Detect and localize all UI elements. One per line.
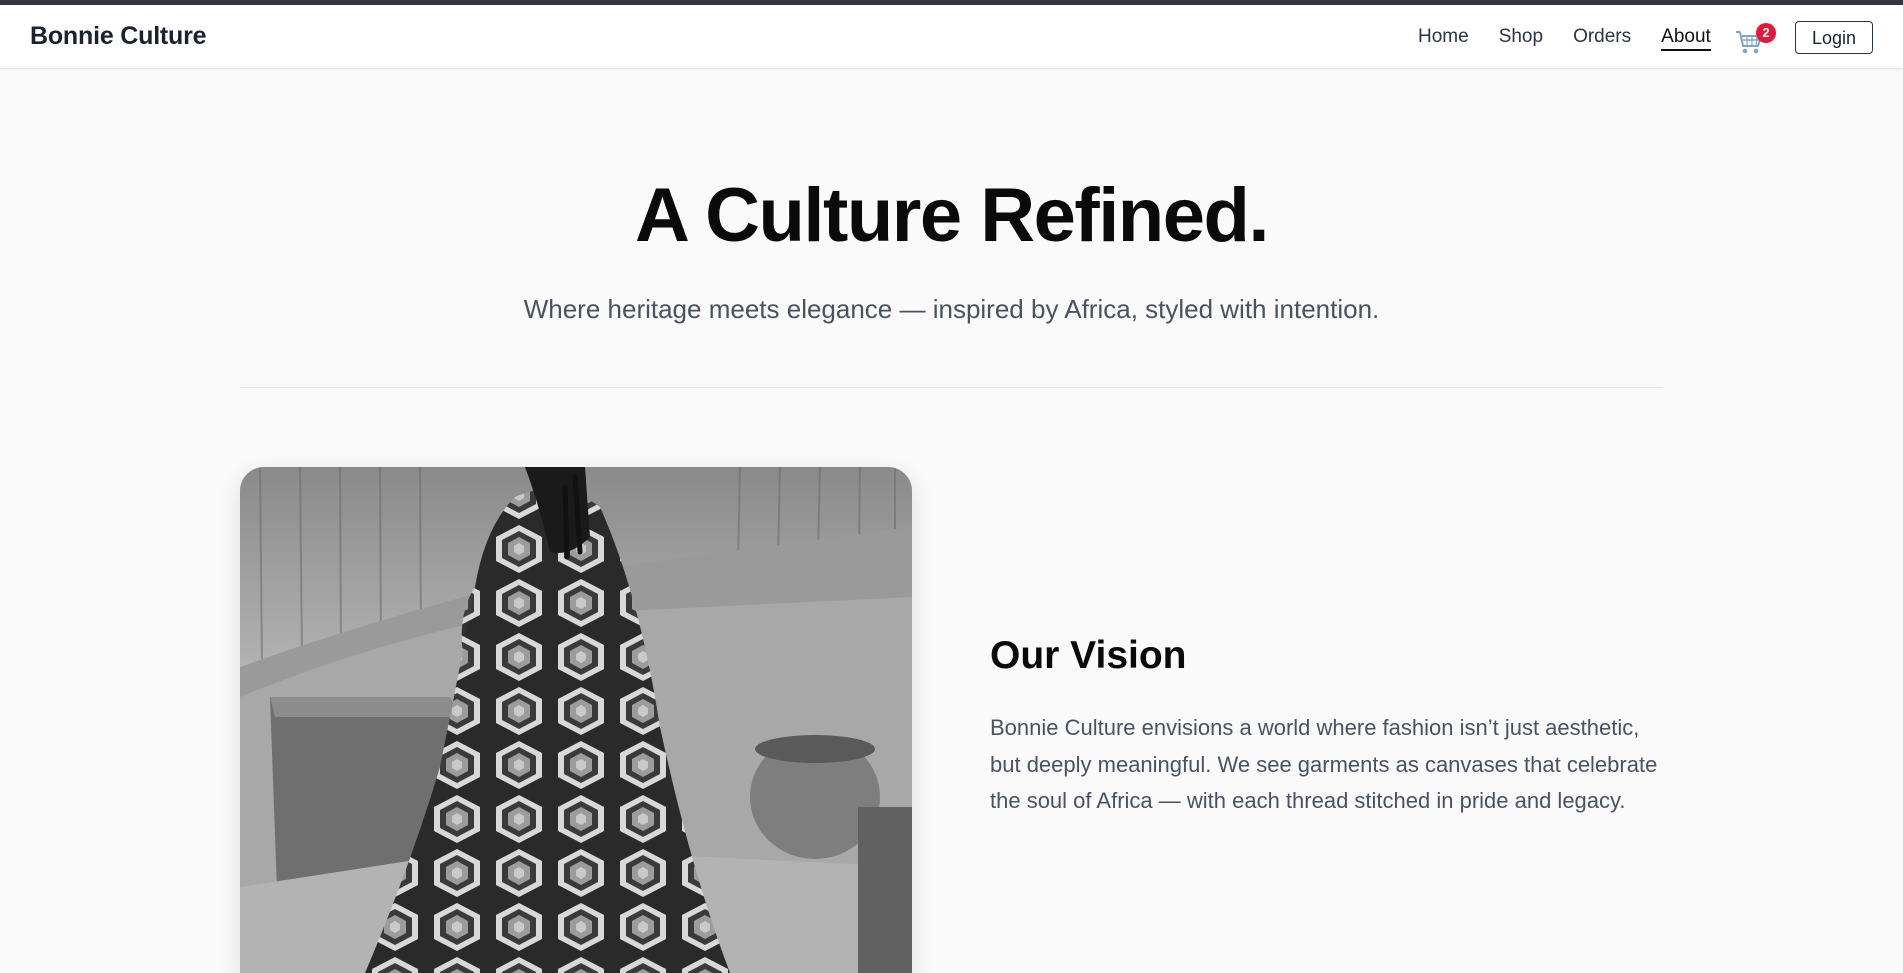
cart-count-badge: 2: [1756, 23, 1776, 43]
hero-title: A Culture Refined.: [634, 173, 1270, 258]
login-button[interactable]: Login: [1795, 21, 1873, 54]
nav-link-orders[interactable]: Orders: [1573, 26, 1631, 51]
brand-logo[interactable]: Bonnie Culture: [30, 22, 207, 51]
vision-photo: [240, 467, 912, 973]
vision-description: Bonnie Culture envisions a world where f…: [990, 715, 1658, 813]
hero-subtitle: Where heritage meets elegance — inspired…: [523, 294, 1380, 324]
nav-link-shop[interactable]: Shop: [1499, 26, 1543, 51]
woman-in-african-print-dress-photo: [240, 467, 912, 973]
navbar: Bonnie Culture Home Shop Orders About 2 …: [0, 5, 1903, 69]
nav-link-about[interactable]: About: [1661, 26, 1711, 51]
cart-button[interactable]: 2: [1735, 23, 1776, 57]
nav-link-home[interactable]: Home: [1418, 26, 1469, 51]
section-divider: [240, 387, 1663, 388]
vision-title: Our Vision: [990, 634, 1187, 677]
nav-links: Home Shop Orders About: [1418, 26, 1741, 51]
